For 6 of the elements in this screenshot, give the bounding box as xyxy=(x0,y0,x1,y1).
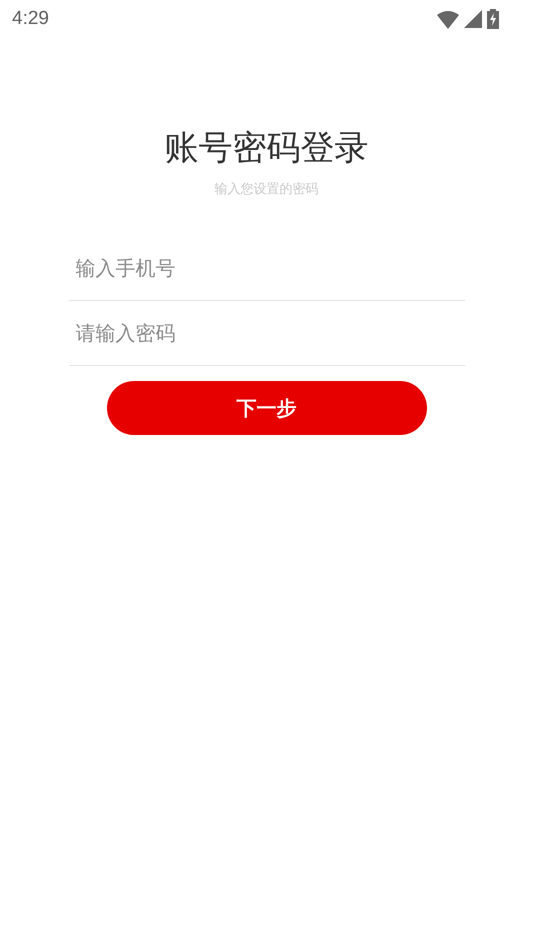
status-time: 4:29 xyxy=(12,8,49,30)
page-title: 账号密码登录 xyxy=(164,127,368,170)
signal-icon xyxy=(464,10,482,28)
battery-charging-icon xyxy=(487,9,499,29)
next-button[interactable]: 下一步 xyxy=(106,381,426,435)
wifi-icon xyxy=(437,10,459,28)
